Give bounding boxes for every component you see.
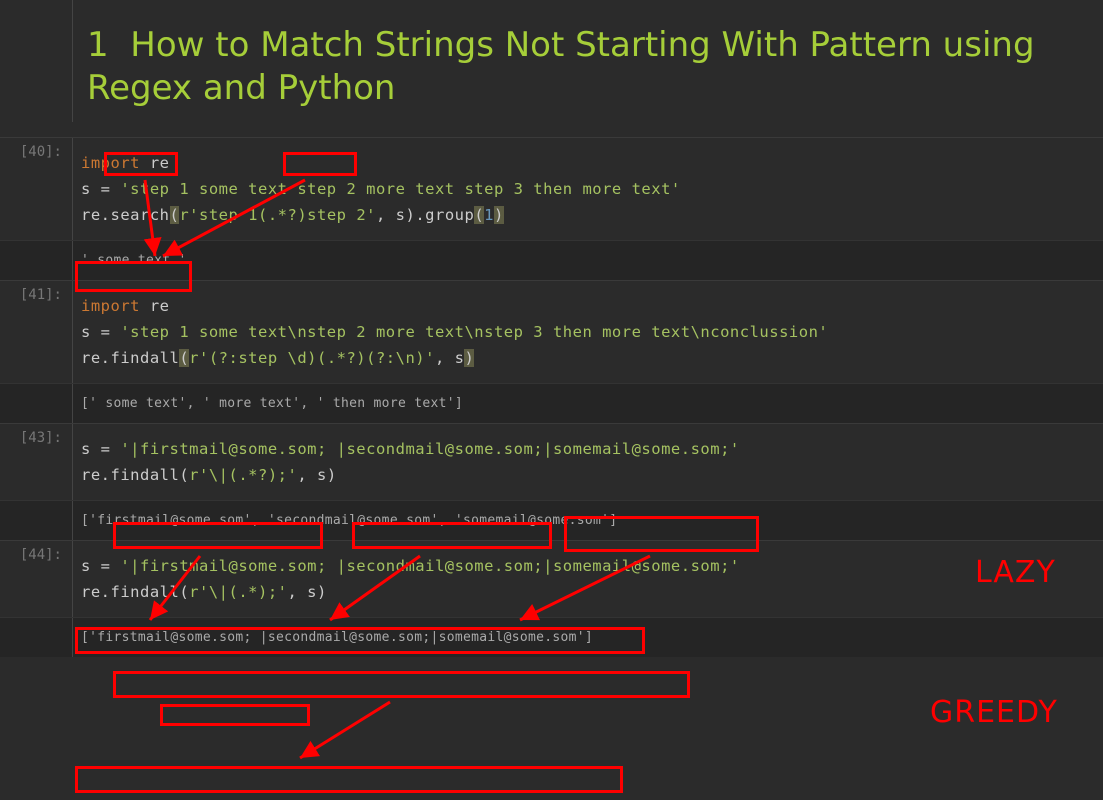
- call-group: .group: [415, 206, 474, 224]
- num-1: 1: [484, 206, 494, 224]
- cell-43-output-row: ['firstmail@some.som', 'secondmail@some.…: [0, 500, 1103, 540]
- cell-43-output: ['firstmail@some.som', 'secondmail@some.…: [73, 501, 1103, 540]
- eq: =: [91, 323, 121, 341]
- string-literal: '|firstmail@some.som; |secondmail@some.s…: [120, 557, 739, 575]
- eq: =: [91, 557, 121, 575]
- kw-import: import: [81, 297, 140, 315]
- cell-41-output-row: [' some text', ' more text', ' then more…: [0, 383, 1103, 423]
- annotation-box: [75, 766, 623, 793]
- cell-44-output: ['firstmail@some.som; |secondmail@some.s…: [73, 618, 1103, 657]
- paren: (: [179, 466, 189, 484]
- cell-40-prompt: [40]:: [0, 138, 73, 240]
- label-greedy: GREEDY: [930, 695, 1058, 730]
- cell-43: [43]: s = '|firstmail@some.som; |secondm…: [0, 423, 1103, 500]
- regex-literal: r'(?:step \d)(.*?)(?:\n)': [189, 349, 435, 367]
- cell-44-body[interactable]: s = '|firstmail@some.som; |secondmail@so…: [73, 541, 1103, 617]
- code-line: import re: [81, 293, 1103, 319]
- heading-row: 1 How to Match Strings Not Starting With…: [0, 0, 1103, 137]
- regex-literal: r'\|(.*);': [189, 583, 287, 601]
- heading-text: How to Match Strings Not Starting With P…: [87, 25, 1035, 108]
- out-gutter: [0, 384, 73, 423]
- annotation-box: [160, 704, 310, 726]
- paren: ): [494, 206, 504, 224]
- paren: ): [327, 466, 337, 484]
- cell-40: [40]: import re s = 'step 1 some text st…: [0, 137, 1103, 240]
- cell-41: [41]: import re s = 'step 1 some text\ns…: [0, 280, 1103, 383]
- eq: =: [91, 440, 121, 458]
- string-literal: '|firstmail@some.som; |secondmail@some.s…: [120, 440, 739, 458]
- arg-s: , s: [435, 349, 465, 367]
- label-lazy: LAZY: [975, 555, 1056, 590]
- var-s: s: [81, 557, 91, 575]
- cell-40-output: ' some text ': [73, 241, 1103, 280]
- cell-41-prompt: [41]:: [0, 281, 73, 383]
- cell-44-prompt: [44]:: [0, 541, 73, 617]
- heading-gutter: [0, 0, 73, 122]
- var-s: s: [81, 323, 91, 341]
- cell-40-output-row: ' some text ': [0, 240, 1103, 280]
- paren: (: [474, 206, 484, 224]
- call-search: re.search: [81, 206, 170, 224]
- call-findall: re.findall: [81, 466, 179, 484]
- code-line: re.findall(r'\|(.*);', s): [81, 579, 1103, 605]
- string-literal: 'step 1 some text\nstep 2 more text\nste…: [120, 323, 828, 341]
- code-line: s = '|firstmail@some.som; |secondmail@so…: [81, 436, 1103, 462]
- paren: (: [179, 583, 189, 601]
- paren: ): [317, 583, 327, 601]
- paren: (: [179, 349, 189, 367]
- annotation-arrow: [290, 702, 410, 766]
- arg-s: , s: [297, 466, 327, 484]
- heading-number: 1: [87, 25, 109, 65]
- out-gutter: [0, 618, 73, 657]
- code-line: s = '|firstmail@some.som; |secondmail@so…: [81, 553, 1103, 579]
- var-s: s: [81, 180, 91, 198]
- paren: ): [464, 349, 474, 367]
- cell-43-prompt: [43]:: [0, 424, 73, 500]
- code-line: import re: [81, 150, 1103, 176]
- mod-re: re: [140, 154, 170, 172]
- var-s: s: [81, 440, 91, 458]
- call-findall: re.findall: [81, 583, 179, 601]
- eq: =: [91, 180, 121, 198]
- cell-41-output: [' some text', ' more text', ' then more…: [73, 384, 1103, 423]
- cell-44: [44]: s = '|firstmail@some.som; |secondm…: [0, 540, 1103, 617]
- out-gutter: [0, 241, 73, 280]
- arg-s: , s: [376, 206, 406, 224]
- kw-import: import: [81, 154, 140, 172]
- cell-44-output-row: ['firstmail@some.som; |secondmail@some.s…: [0, 617, 1103, 657]
- mod-re: re: [140, 297, 170, 315]
- code-line: re.findall(r'\|(.*?);', s): [81, 462, 1103, 488]
- annotation-box: [113, 671, 690, 698]
- cell-40-body[interactable]: import re s = 'step 1 some text step 2 m…: [73, 138, 1103, 240]
- code-line: s = 'step 1 some text step 2 more text s…: [81, 176, 1103, 202]
- string-literal: 'step 1 some text step 2 more text step …: [120, 180, 680, 198]
- out-gutter: [0, 501, 73, 540]
- cell-41-body[interactable]: import re s = 'step 1 some text\nstep 2 …: [73, 281, 1103, 383]
- call-findall: re.findall: [81, 349, 179, 367]
- arg-s: , s: [288, 583, 318, 601]
- regex-literal: r'step 1(.*?)step 2': [179, 206, 376, 224]
- paren: (: [170, 206, 180, 224]
- page-title: 1 How to Match Strings Not Starting With…: [73, 0, 1103, 137]
- paren: ): [405, 206, 415, 224]
- code-line: s = 'step 1 some text\nstep 2 more text\…: [81, 319, 1103, 345]
- code-line: re.search(r'step 1(.*?)step 2', s).group…: [81, 202, 1103, 228]
- regex-literal: r'\|(.*?);': [189, 466, 297, 484]
- code-line: re.findall(r'(?:step \d)(.*?)(?:\n)', s): [81, 345, 1103, 371]
- cell-43-body[interactable]: s = '|firstmail@some.som; |secondmail@so…: [73, 424, 1103, 500]
